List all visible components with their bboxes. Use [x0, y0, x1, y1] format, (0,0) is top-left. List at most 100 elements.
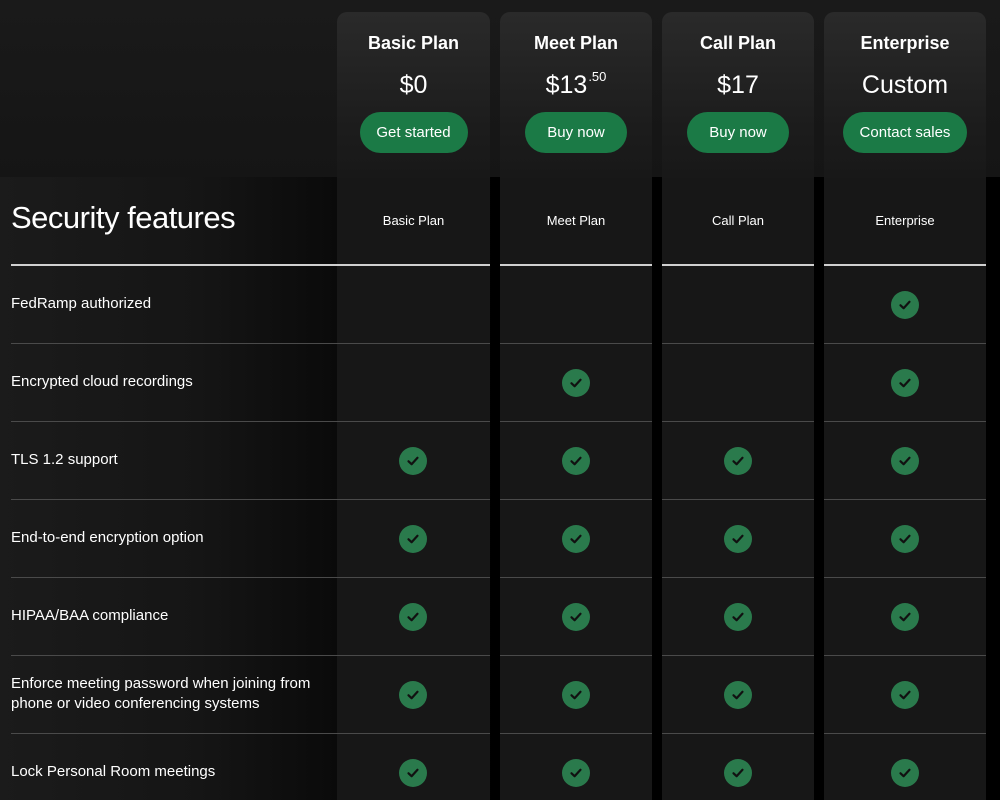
check-circle-icon: [891, 603, 919, 631]
row-divider: [662, 577, 814, 578]
checkmark-glyph: [732, 612, 744, 622]
plan-name: Enterprise: [860, 33, 950, 53]
plan-price: $17: [662, 71, 814, 100]
plan-cta-button[interactable]: Get started: [359, 112, 468, 153]
check-circle-icon: [562, 369, 590, 397]
checkmark-glyph: [407, 768, 419, 778]
feature-label: Encrypted cloud recordings: [11, 373, 193, 390]
checkmark-glyph: [732, 456, 744, 466]
row-divider: [662, 421, 814, 422]
check-circle-icon: [562, 603, 590, 631]
header-divider: [662, 264, 814, 266]
feature-label: TLS 1.2 support: [11, 451, 118, 468]
row-divider: [662, 343, 814, 344]
price-amount: $0: [399, 71, 428, 99]
row-divider: [824, 733, 986, 734]
column-header: Enterprise: [875, 213, 935, 228]
row-divider: [11, 421, 490, 422]
row-divider: [500, 733, 652, 734]
feature-label: HIPAA/BAA compliance: [11, 607, 169, 624]
section-title: Security features: [11, 200, 236, 235]
header-divider: [11, 264, 490, 266]
row-divider: [824, 499, 986, 500]
checkmark-glyph: [570, 690, 582, 700]
price-cents: .50: [588, 69, 607, 84]
row-divider: [824, 421, 986, 422]
check-circle-icon: [399, 525, 427, 553]
checkmark-glyph: [407, 456, 419, 466]
check-circle-icon: [399, 681, 427, 709]
plan-name: Meet Plan: [533, 33, 619, 53]
check-circle-icon: [724, 447, 752, 475]
row-divider: [662, 733, 814, 734]
row-divider: [662, 655, 814, 656]
row-divider: [500, 577, 652, 578]
plan-price: $13.50: [500, 69, 652, 100]
plan-card-1: Basic Plan $0 Get started: [337, 12, 490, 178]
checkmark-glyph: [407, 690, 419, 700]
checkmark-glyph: [732, 534, 744, 544]
row-divider: [500, 421, 652, 422]
checkmark-glyph: [899, 378, 911, 388]
row-divider: [824, 343, 986, 344]
column-header: Basic Plan: [382, 213, 445, 228]
checkmark-glyph: [570, 456, 582, 466]
row-divider: [662, 499, 814, 500]
checkmark-glyph: [407, 534, 419, 544]
feature-label: Enforce meeting password when joining fr…: [11, 675, 311, 712]
checkmark-glyph: [570, 768, 582, 778]
header-divider: [824, 264, 986, 266]
check-circle-icon: [724, 759, 752, 787]
checkmark-glyph: [899, 612, 911, 622]
check-circle-icon: [891, 681, 919, 709]
header-divider: [500, 264, 652, 266]
plan-name: Basic Plan: [367, 33, 460, 53]
checkmark-glyph: [899, 690, 911, 700]
check-circle-icon: [399, 759, 427, 787]
row-divider: [11, 655, 490, 656]
row-divider: [500, 655, 652, 656]
check-circle-icon: [562, 759, 590, 787]
row-divider: [11, 343, 490, 344]
plan-name: Call Plan: [699, 33, 777, 53]
check-circle-icon: [724, 603, 752, 631]
check-circle-icon: [891, 369, 919, 397]
plan-card-3: Call Plan $17 Buy now: [662, 12, 814, 178]
row-divider: [11, 733, 490, 734]
row-divider: [500, 343, 652, 344]
feature-label: FedRamp authorized: [11, 295, 152, 312]
row-divider: [500, 499, 652, 500]
plan-price: Custom: [824, 71, 986, 100]
check-circle-icon: [562, 525, 590, 553]
row-divider: [11, 499, 490, 500]
checkmark-glyph: [899, 534, 911, 544]
check-circle-icon: [891, 291, 919, 319]
checkmark-glyph: [899, 456, 911, 466]
plan-card-4: Enterprise Custom Contact sales: [824, 12, 986, 178]
checkmark-glyph: [732, 768, 744, 778]
checkmark-glyph: [899, 300, 911, 310]
check-circle-icon: [891, 447, 919, 475]
plan-card-2: Meet Plan $13.50 Buy now: [500, 12, 652, 178]
checkmark-glyph: [570, 378, 582, 388]
check-circle-icon: [724, 525, 752, 553]
plan-cta-button[interactable]: Buy now: [525, 112, 627, 153]
checkmark-glyph: [407, 612, 419, 622]
price-amount: $17: [717, 71, 759, 99]
price-amount: $13: [545, 71, 588, 99]
plan-cta-button[interactable]: Buy now: [687, 112, 789, 153]
check-circle-icon: [891, 525, 919, 553]
plan-cta-button[interactable]: Contact sales: [843, 112, 967, 153]
price-amount: Custom: [861, 71, 949, 99]
column-header: Meet Plan: [546, 213, 606, 228]
check-circle-icon: [891, 759, 919, 787]
feature-label: Lock Personal Room meetings: [11, 763, 216, 780]
checkmark-glyph: [899, 768, 911, 778]
check-circle-icon: [399, 603, 427, 631]
row-divider: [824, 577, 986, 578]
row-divider: [824, 655, 986, 656]
column-header: Call Plan: [711, 213, 765, 228]
check-circle-icon: [562, 681, 590, 709]
feature-label: End-to-end encryption option: [11, 529, 204, 546]
checkmark-glyph: [570, 612, 582, 622]
